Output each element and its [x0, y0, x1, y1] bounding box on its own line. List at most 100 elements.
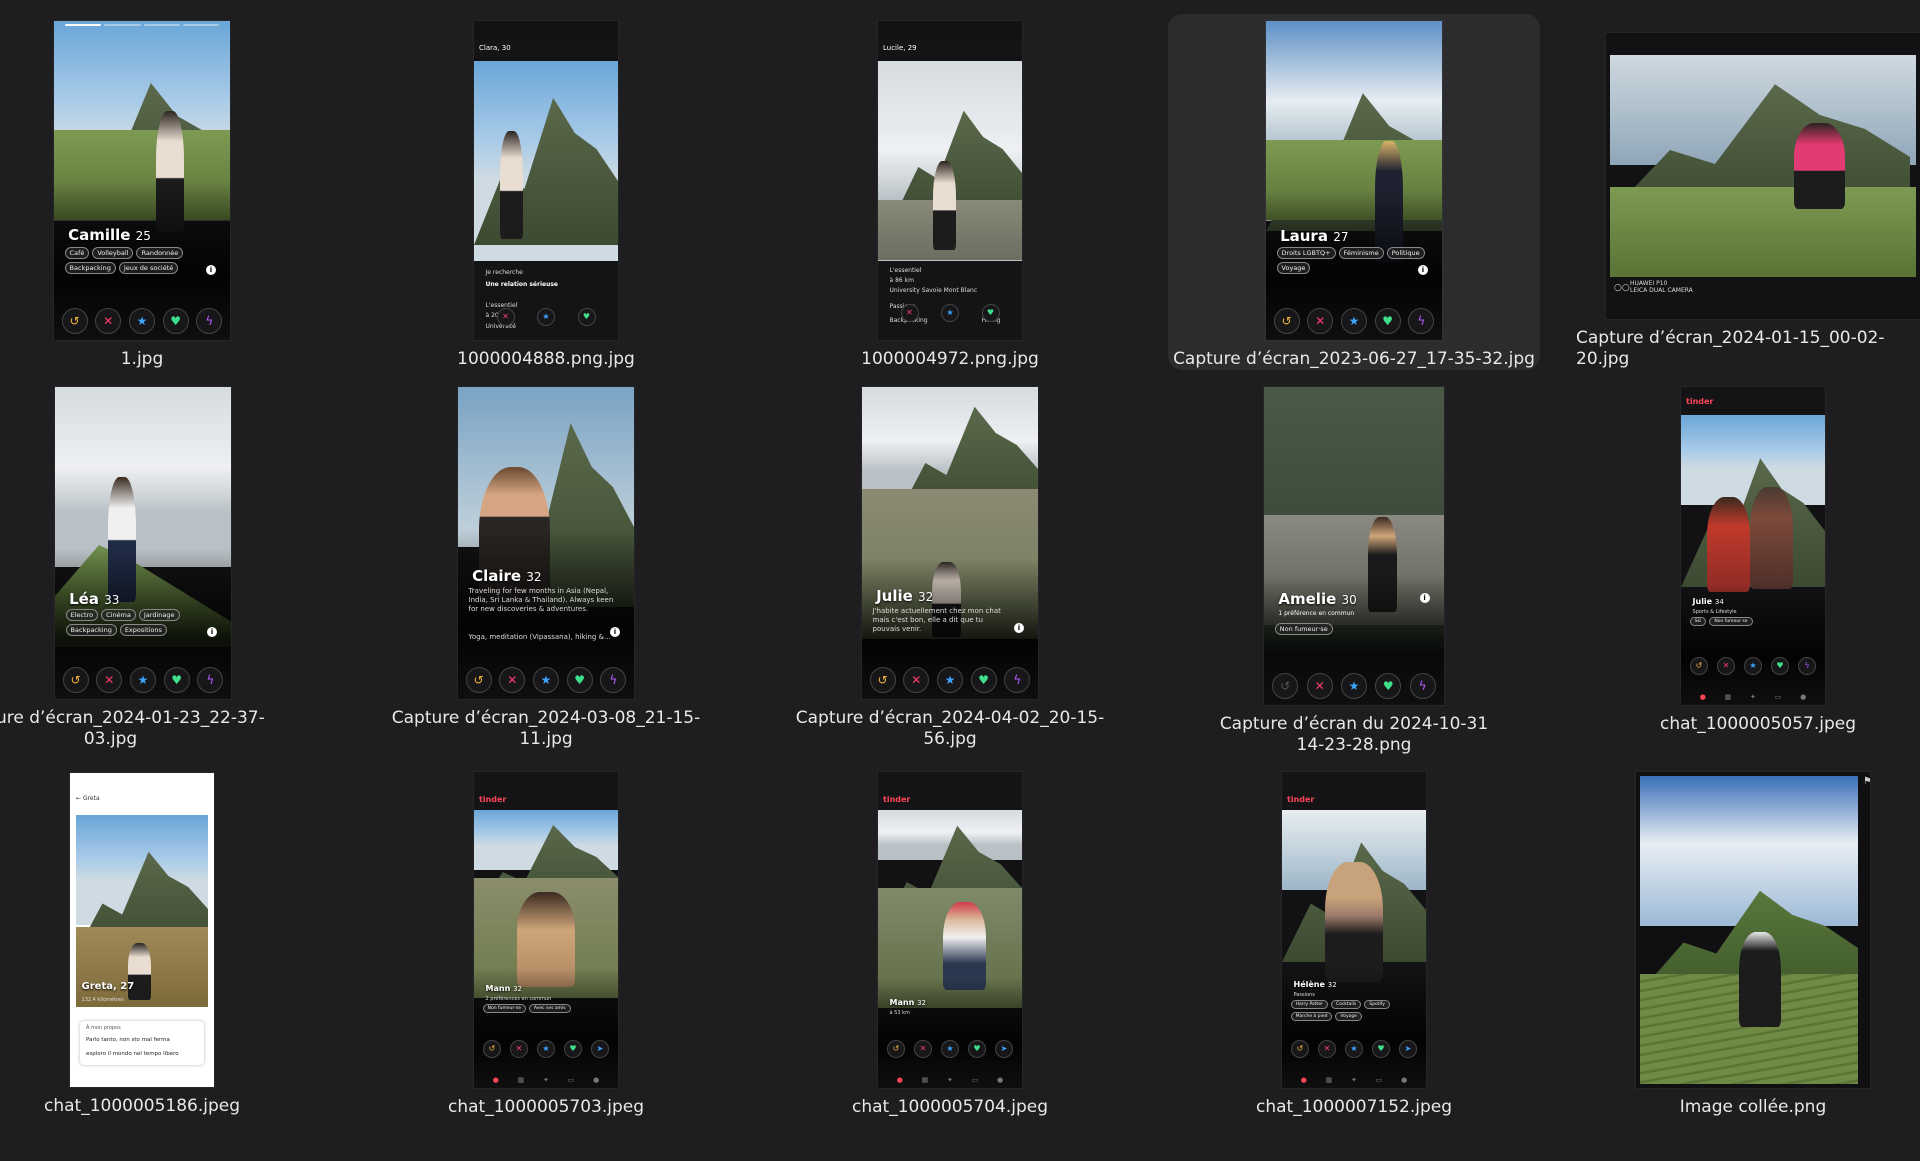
common-preferences: 2 préférences en commun	[485, 996, 552, 1002]
interest-chip: Jeux de société	[118, 262, 179, 274]
star-icon: ★	[936, 667, 963, 693]
interest-chip: Backpacking	[64, 262, 116, 274]
file-tile[interactable]: Amelie 30 1 préférence en commun Non fum…	[1168, 380, 1540, 760]
star-icon: ★	[1345, 1040, 1363, 1058]
profile-age: 32	[526, 570, 542, 584]
info-icon: i	[1417, 265, 1428, 275]
app-nav: ● ▦ ✦ ▭ ●	[896, 1076, 1004, 1084]
chat-header-name: Greta	[82, 795, 100, 802]
rewind-icon: ↺	[1273, 308, 1300, 334]
file-thumbnail[interactable]: tinder Hélène 32 Passions Harry Potter C…	[1282, 772, 1426, 1088]
file-tile[interactable]: tinder Mann 32 à 53 km ↺ ✕ ★ ♥ ➤ ● ▦ ✦ ▭ ● c…	[780, 770, 1120, 1120]
rewind-icon: ↺	[62, 667, 89, 693]
file-thumbnail[interactable]: Laura 27 Droits LGBTQ+ Féminisme Politiq…	[1266, 21, 1442, 340]
nope-icon: ✕	[499, 667, 526, 693]
file-tile[interactable]: tinder Hélène 32 Passions Harry Potter C…	[1182, 770, 1526, 1120]
file-thumbnail[interactable]: Camille 25 Café Volleyball Randonnée Bac…	[54, 21, 230, 340]
nope-icon: ✕	[903, 667, 930, 693]
file-tile[interactable]: Camille 25 Café Volleyball Randonnée Bac…	[24, 14, 260, 370]
file-tile[interactable]: HUAWEI P10 LEICA DUAL CAMERA ○○ Capture …	[1576, 14, 1920, 370]
heart-icon: ♥	[1374, 308, 1401, 334]
file-name: chat_1000005704.jpeg	[851, 1097, 1049, 1117]
rewind-icon: ↺	[1291, 1040, 1309, 1058]
rewind-icon: ↺	[483, 1040, 501, 1058]
profile-age: 32	[918, 590, 934, 604]
interest-chip: Café	[64, 247, 90, 259]
file-tile[interactable]: Clara, 30 Je recherche Une relation séri…	[374, 14, 718, 370]
star-icon: ★	[532, 667, 559, 693]
interest-chip: Non fumeur·se	[482, 1004, 526, 1013]
interest-chip: Expositions	[119, 624, 167, 636]
profile-name: Claire	[472, 567, 522, 585]
heart-icon: ♥	[566, 667, 593, 693]
tinder-logo: tinder	[883, 794, 911, 804]
profile-line: à 86 km	[889, 277, 914, 284]
file-thumbnail[interactable]: Julie 32 J'habite actuellement chez mon …	[862, 387, 1038, 699]
file-name: 1.jpg	[120, 349, 164, 369]
file-name: Capture d’écran_2023-06-27_17-35-32.jpg	[1173, 349, 1535, 369]
file-tile[interactable]: Lucile, 29 L'essentiel à 86 km Universit…	[780, 14, 1120, 370]
heart-icon: ♥	[564, 1040, 582, 1058]
file-thumbnail[interactable]: tinder Mann 32 à 53 km ↺ ✕ ★ ♥ ➤ ● ▦ ✦ ▭ ●	[878, 772, 1022, 1088]
info-icon: i	[609, 627, 620, 637]
about-text: esploro il mondo nel tempo libero	[86, 1051, 179, 1057]
nope-icon: ✕	[1318, 1040, 1336, 1058]
file-thumbnail[interactable]: Lucile, 29 L'essentiel à 86 km Universit…	[878, 21, 1022, 340]
file-thumbnail[interactable]: tinder Mann 32 2 préférences en commun N…	[474, 772, 618, 1088]
file-tile[interactable]: tinder Julie 34 Sports & Lifestyle Ski N…	[1586, 380, 1920, 750]
common-preferences: 1 préférence en commun	[1278, 610, 1355, 617]
file-thumbnail[interactable]: ← Greta Greta, 27 132,4 kilomètres À mon…	[70, 773, 214, 1087]
heart-icon: ♥	[1771, 657, 1789, 675]
file-thumbnail[interactable]: Claire 32 Traveling for few months in As…	[458, 387, 634, 699]
profile-name: Julie	[1692, 597, 1713, 606]
file-tile[interactable]: Julie 32 J'habite actuellement chez mon …	[776, 380, 1124, 750]
rewind-icon: ↺	[869, 667, 896, 693]
nope-icon: ✕	[510, 1040, 528, 1058]
star-icon: ★	[128, 308, 155, 334]
file-tile[interactable]: Claire 32 Traveling for few months in As…	[374, 380, 718, 750]
nope-icon: ✕	[95, 308, 122, 334]
send-icon: ➤	[995, 1040, 1013, 1058]
file-name: 1000004972.png.jpg	[861, 349, 1039, 369]
file-thumbnail[interactable]: Léa 33 Electro Cinéma Jardinage Backpack…	[55, 387, 231, 699]
bolt-icon: ϟ	[196, 308, 223, 334]
flag-icon: ⚑	[1863, 776, 1870, 787]
info-icon: i	[1013, 623, 1024, 633]
file-thumbnail[interactable]: ⚑	[1636, 772, 1870, 1088]
profile-name: Lucile, 29	[883, 44, 917, 52]
heart-icon: ♥	[970, 667, 997, 693]
file-thumbnail[interactable]: HUAWEI P10 LEICA DUAL CAMERA ○○	[1606, 33, 1920, 319]
file-tile-selected[interactable]: Laura 27 Droits LGBTQ+ Féminisme Politiq…	[1168, 14, 1540, 370]
heart-icon: ♥	[1375, 673, 1402, 699]
tinder-logo: tinder	[1686, 396, 1714, 406]
profile-age: 34	[1714, 598, 1724, 606]
heart-icon: ♥	[968, 1040, 986, 1058]
profile-age: 25	[135, 229, 151, 243]
bolt-icon: ϟ	[600, 667, 627, 693]
star-icon: ★	[129, 667, 156, 693]
interest-chip: Cinéma	[101, 609, 136, 621]
app-nav: ● ▦ ✦ ▭ ●	[492, 1076, 600, 1084]
interest-chip: Voyage	[1335, 1012, 1362, 1021]
star-icon: ★	[1744, 657, 1762, 675]
file-thumbnail[interactable]: Amelie 30 1 préférence en commun Non fum…	[1264, 387, 1444, 705]
file-tile[interactable]: tinder Mann 32 2 préférences en commun N…	[374, 770, 718, 1120]
heart-icon: ♥	[163, 667, 190, 693]
tinder-logo: tinder	[479, 794, 507, 804]
interest-chip: Spotify	[1364, 1000, 1390, 1009]
file-name: Capture d’écran_2024-01-23_22-37-03.jpg	[0, 708, 265, 749]
profile-age: 32	[513, 985, 522, 993]
profile-bio: J'habite actuellement chez mon chat mais…	[872, 607, 1001, 633]
heart-icon: ♥	[162, 308, 189, 334]
file-thumbnail[interactable]: Clara, 30 Je recherche Une relation séri…	[474, 21, 618, 340]
profile-distance: à 53 km	[889, 1010, 910, 1016]
profile-age: 27	[1333, 230, 1349, 244]
file-tile[interactable]: ← Greta Greta, 27 132,4 kilomètres À mon…	[24, 770, 260, 1120]
profile-name: Julie	[876, 587, 913, 605]
file-thumbnail[interactable]: tinder Julie 34 Sports & Lifestyle Ski N…	[1681, 387, 1825, 705]
file-tile[interactable]: Léa 33 Electro Cinéma Jardinage Backpack…	[0, 380, 286, 750]
info-icon: i	[205, 265, 216, 275]
about-text: Parlo tanto, non sto mai ferma	[86, 1037, 170, 1043]
file-tile[interactable]: ⚑ Image collée.png	[1586, 770, 1920, 1120]
send-icon: ➤	[1399, 1040, 1417, 1058]
